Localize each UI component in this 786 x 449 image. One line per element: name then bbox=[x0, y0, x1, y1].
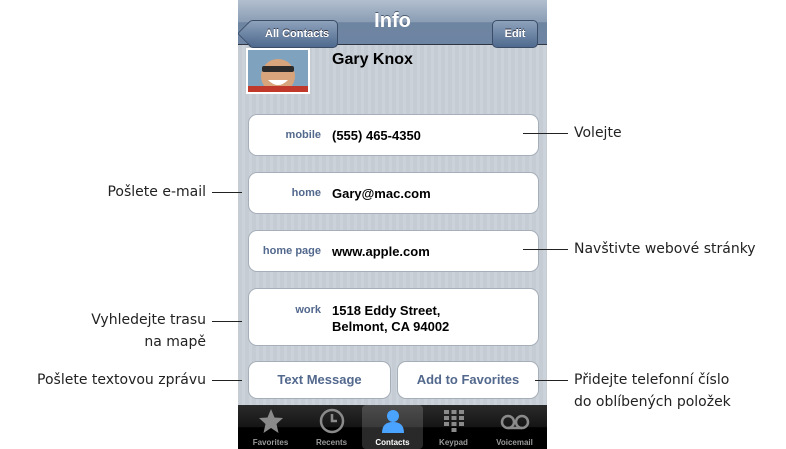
callout-website: Navštivte webové stránky bbox=[574, 241, 756, 257]
tab-voicemail-label: Voicemail bbox=[496, 438, 533, 447]
callout-map: Vyhledejte trasu na mapě bbox=[91, 309, 206, 353]
mobile-value: (555) 465-4350 bbox=[332, 128, 421, 143]
callout-line-map bbox=[212, 321, 242, 322]
callout-line-call bbox=[523, 133, 568, 134]
work-address-line2: Belmont, CA 94002 bbox=[332, 319, 450, 334]
star-icon bbox=[258, 409, 283, 433]
callout-favorites: Přidejte telefonní číslo do oblíbených p… bbox=[574, 369, 731, 413]
tab-bar: Favorites Recents Contacts Keypad Voicem… bbox=[238, 405, 547, 449]
edit-button[interactable]: Edit bbox=[492, 20, 538, 48]
email-row[interactable]: home Gary@mac.com bbox=[248, 172, 539, 214]
keypad-icon bbox=[443, 410, 464, 432]
mobile-label: mobile bbox=[285, 129, 321, 141]
navigation-bar: All Contacts Info Edit bbox=[238, 0, 547, 48]
tab-contacts-label: Contacts bbox=[375, 438, 410, 447]
tab-voicemail[interactable]: Voicemail bbox=[484, 405, 545, 449]
work-address-row[interactable]: work 1518 Eddy Street, Belmont, CA 94002 bbox=[248, 288, 539, 346]
iphone-screen: All Contacts Info Edit Gary Knox mobile … bbox=[238, 0, 547, 449]
contact-name: Gary Knox bbox=[332, 51, 413, 68]
callout-map-line1: Vyhledejte trasu bbox=[91, 312, 206, 328]
email-value: Gary@mac.com bbox=[332, 186, 431, 201]
callout-favorites-line2: do oblíbených položek bbox=[574, 394, 731, 410]
add-to-favorites-button[interactable]: Add to Favorites bbox=[397, 361, 539, 399]
text-message-button[interactable]: Text Message bbox=[248, 361, 391, 399]
callout-call: Volejte bbox=[574, 125, 622, 141]
callout-line-sms bbox=[212, 380, 242, 381]
tab-contacts[interactable]: Contacts bbox=[362, 405, 423, 449]
tab-keypad-label: Keypad bbox=[439, 438, 468, 447]
voicemail-icon bbox=[500, 414, 529, 430]
callout-line-favorites bbox=[535, 380, 568, 381]
callout-line-website bbox=[523, 249, 568, 250]
callout-sms: Pošlete textovou zprávu bbox=[37, 372, 206, 388]
email-label: home bbox=[291, 187, 321, 199]
tab-keypad[interactable]: Keypad bbox=[423, 405, 484, 449]
callout-map-line2: na mapě bbox=[144, 334, 206, 350]
work-address-line1: 1518 Eddy Street, bbox=[332, 303, 441, 318]
callout-line-email bbox=[212, 192, 242, 193]
tab-recents-label: Recents bbox=[315, 438, 348, 447]
mobile-phone-row[interactable]: mobile (555) 465-4350 bbox=[248, 114, 539, 156]
callout-email: Pošlete e-mail bbox=[107, 184, 206, 200]
work-label: work bbox=[295, 304, 321, 316]
callout-favorites-line1: Přidejte telefonní číslo bbox=[574, 372, 730, 388]
home-page-row[interactable]: home page www.apple.com bbox=[248, 230, 539, 272]
home-page-value: www.apple.com bbox=[332, 244, 430, 259]
contact-face-image bbox=[248, 50, 308, 92]
clock-icon bbox=[319, 408, 344, 434]
tab-favorites[interactable]: Favorites bbox=[240, 405, 301, 449]
person-icon bbox=[381, 410, 404, 433]
home-page-label: home page bbox=[262, 245, 321, 257]
tab-recents[interactable]: Recents bbox=[301, 405, 362, 449]
tab-favorites-label: Favorites bbox=[252, 438, 289, 447]
contact-photo[interactable] bbox=[246, 48, 310, 94]
